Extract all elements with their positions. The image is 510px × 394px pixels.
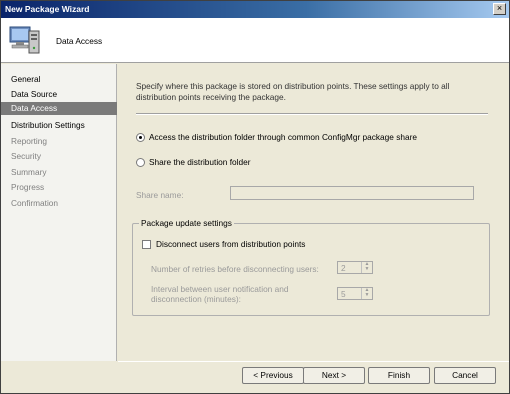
radio-share-folder[interactable]: Share the distribution folder xyxy=(136,157,250,167)
nav-item-general[interactable]: General xyxy=(1,73,117,86)
share-name-label: Share name: xyxy=(136,190,184,200)
nav-item-distribution-settings[interactable]: Distribution Settings xyxy=(1,119,117,132)
previous-button[interactable]: < Previous xyxy=(242,367,304,384)
close-button[interactable]: × xyxy=(493,3,506,15)
retries-label: Number of retries before disconnecting u… xyxy=(151,264,319,274)
nav-item-summary: Summary xyxy=(11,167,47,177)
nav-item-data-source[interactable]: Data Source xyxy=(1,88,117,101)
nav-item-confirmation: Confirmation xyxy=(11,198,59,208)
retries-value: 2 xyxy=(341,263,346,273)
nav-item-data-access[interactable]: Data Access xyxy=(1,102,117,115)
finish-button[interactable]: Finish xyxy=(368,367,430,384)
spinner-arrows[interactable]: ▲ ▼ xyxy=(361,262,372,273)
interval-spinner[interactable]: 5 ▲ ▼ xyxy=(337,287,373,300)
interval-label-line-1: Interval between user notification and xyxy=(151,284,289,294)
interval-label-line-2: disconnection (minutes): xyxy=(151,294,241,304)
divider xyxy=(136,113,488,115)
checkbox-box[interactable] xyxy=(142,239,151,249)
radio-unselected-icon[interactable] xyxy=(136,157,145,167)
retries-spinner[interactable]: 2 ▲ ▼ xyxy=(337,261,373,274)
nav-item-security: Security xyxy=(11,151,41,161)
share-name-input[interactable] xyxy=(230,186,474,200)
spinner-arrows[interactable]: ▲ ▼ xyxy=(361,288,372,299)
computer-network-icon xyxy=(9,26,40,54)
group-title: Package update settings xyxy=(139,218,234,228)
radio-selected-icon[interactable] xyxy=(136,132,145,142)
button-bar: < Previous Next > Finish Cancel xyxy=(118,361,509,393)
next-button[interactable]: Next > xyxy=(303,367,365,384)
content-panel: Specify where this package is stored on … xyxy=(118,64,509,361)
nav-item-progress: Progress xyxy=(11,182,45,192)
interval-value: 5 xyxy=(341,289,346,299)
description-text: Specify where this package is stored on … xyxy=(136,81,450,102)
wizard-nav: General Data Source Data Access Distribu… xyxy=(1,64,117,361)
wizard-header: Data Access xyxy=(1,18,509,63)
title-bar: New Package Wizard × xyxy=(1,1,509,18)
nav-item-reporting: Reporting xyxy=(11,136,47,146)
package-update-settings-group: Package update settings Disconnect users… xyxy=(132,218,490,316)
radio-share-label: Share the distribution folder xyxy=(149,157,251,167)
disconnect-users-checkbox[interactable]: Disconnect users from distribution point… xyxy=(142,239,305,249)
radio-access-common-share[interactable]: Access the distribution folder through c… xyxy=(136,132,417,142)
window-title: New Package Wizard xyxy=(5,4,90,14)
cancel-button[interactable]: Cancel xyxy=(434,367,496,384)
radio-access-label: Access the distribution folder through c… xyxy=(149,132,417,142)
disconnect-users-label: Disconnect users from distribution point… xyxy=(156,239,306,249)
page-title: Data Access xyxy=(56,36,103,46)
wizard-window: New Package Wizard × Data Access General… xyxy=(0,0,510,394)
